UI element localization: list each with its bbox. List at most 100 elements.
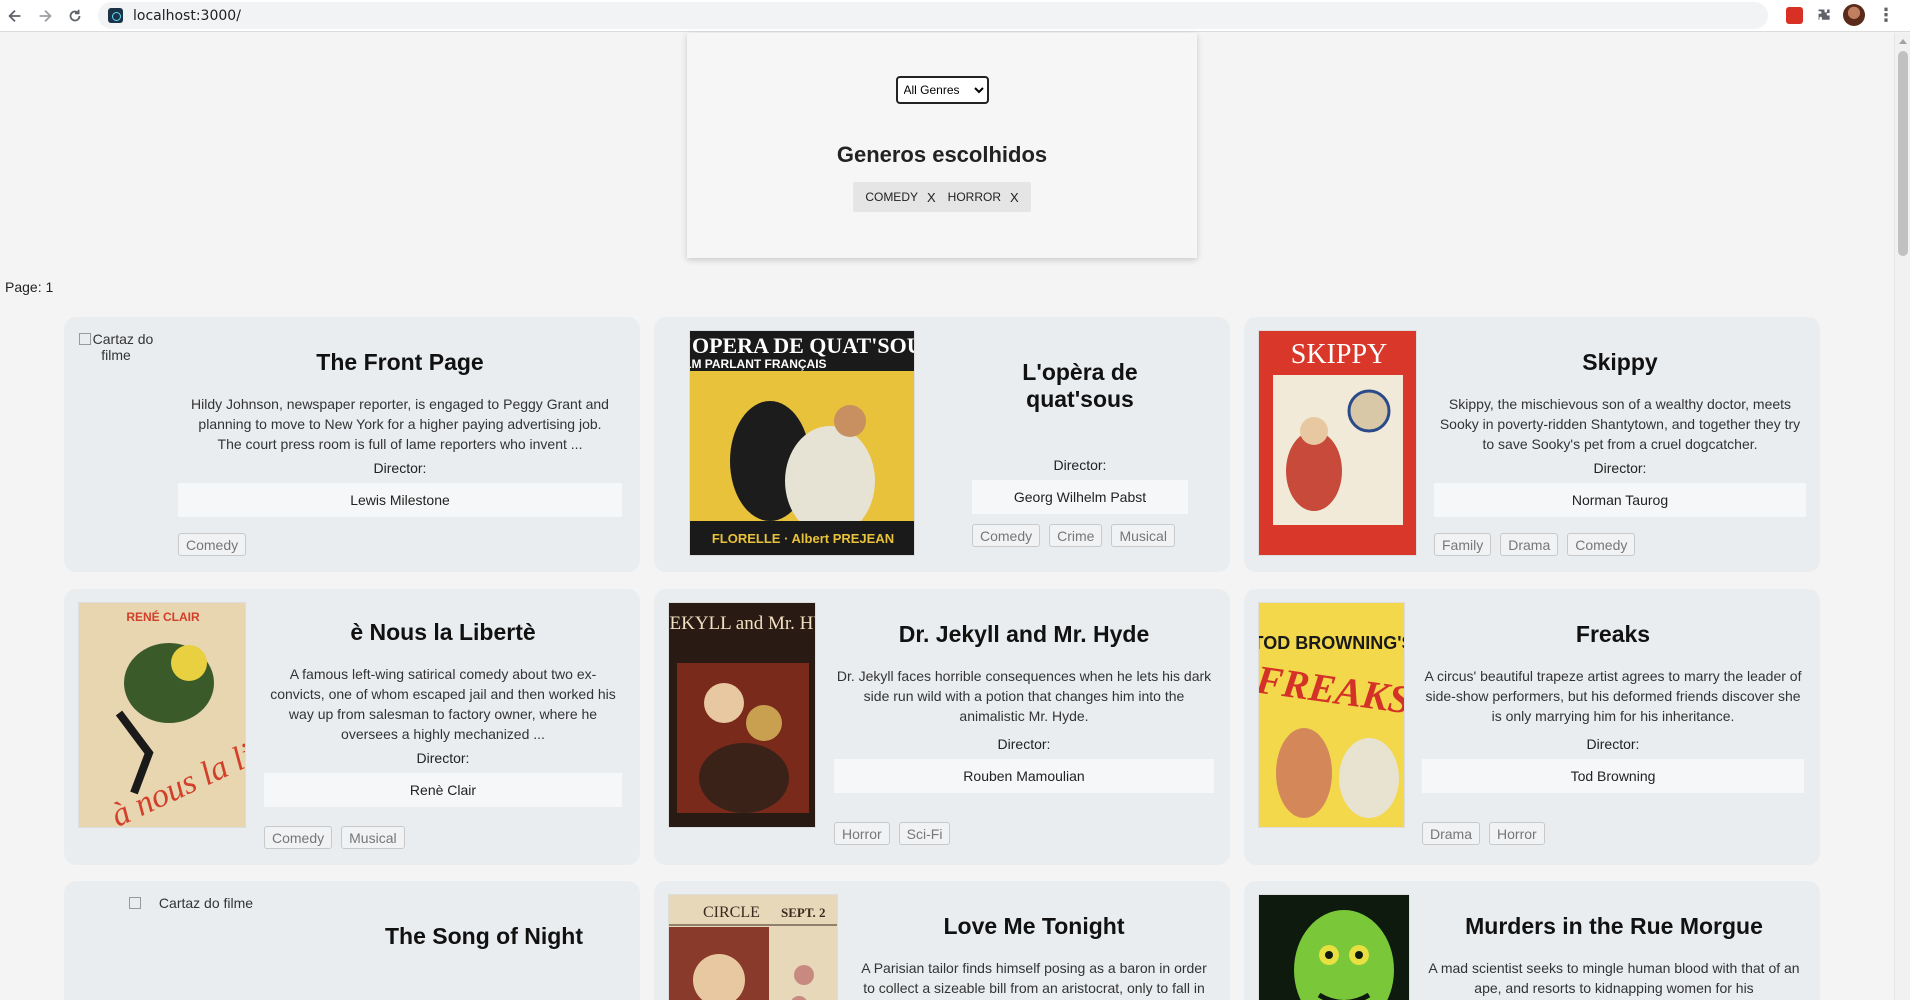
director-label: Director: xyxy=(373,460,427,476)
genre-tags: Horror Sci-Fi xyxy=(834,822,951,845)
back-icon[interactable] xyxy=(0,1,30,31)
genre-tag: Musical xyxy=(341,826,405,849)
director-name: Lewis Milestone xyxy=(178,483,622,517)
movie-title: L'opèra de quat'sous xyxy=(1022,359,1138,412)
genre-chip: HORROR X xyxy=(942,190,1025,205)
forward-icon[interactable] xyxy=(30,1,60,31)
movie-info: L'opèra de quat'sous Director: Georg Wil… xyxy=(972,359,1188,514)
movie-card[interactable]: Cartaz do filme The Song of Night xyxy=(64,881,640,1000)
kebab-menu-icon[interactable]: ⋮ xyxy=(1875,4,1897,26)
remove-genre-button[interactable]: X xyxy=(927,190,936,205)
broken-image-icon xyxy=(78,333,91,345)
director-label: Director: xyxy=(1593,460,1647,476)
movie-title: Love Me Tonight xyxy=(943,913,1125,939)
movie-title: Skippy xyxy=(1582,349,1658,375)
movie-card[interactable]: Dr. JEKYLL and Mr. HYDE Dr. Jekyll and M… xyxy=(654,589,1230,865)
browser-toolbar: localhost:3000/ ⋮ xyxy=(0,0,1910,32)
director-label: Director: xyxy=(1586,736,1640,752)
director-label: Director: xyxy=(416,750,470,766)
poster-date-text: SEPT. 2 xyxy=(781,905,826,920)
movie-poster xyxy=(1258,894,1410,1000)
movie-description: A circus' beautiful trapeze artist agree… xyxy=(1424,668,1802,724)
movie-poster: L'OPERA DE QUAT'SOUS FILM PARLANT FRANÇA… xyxy=(689,330,915,556)
movie-poster: CIRCLE SEPT. 2 xyxy=(668,894,838,1000)
genre-chip-label: COMEDY xyxy=(865,190,918,204)
broken-image-icon xyxy=(128,897,141,909)
movie-info: Love Me Tonight A Parisian tailor finds … xyxy=(854,913,1214,998)
poster-title-text: TOD BROWNING'S xyxy=(1259,633,1405,653)
poster-title-text: SKIPPY xyxy=(1291,339,1387,370)
poster-title-text: L'OPERA DE QUAT'SOUS xyxy=(690,333,915,358)
genre-tag: Comedy xyxy=(1567,533,1636,556)
page-scrollbar[interactable] xyxy=(1894,33,1910,1000)
genre-tags: Drama Horror xyxy=(1422,822,1545,845)
extension-icon[interactable] xyxy=(1783,4,1805,26)
movie-info: Freaks A circus' beautiful trapeze artis… xyxy=(1422,621,1804,793)
movie-title: The Song of Night xyxy=(384,923,583,949)
movie-title: Murders in the Rue Morgue xyxy=(1465,913,1763,939)
movie-title: è Nous la Libertè xyxy=(350,619,536,645)
movie-poster: Dr. JEKYLL and Mr. HYDE xyxy=(668,602,816,828)
movie-card[interactable]: RENÉ CLAIR à nous la liberté! è Nous la … xyxy=(64,589,640,865)
director-label: Director: xyxy=(997,736,1051,752)
genre-tag: Sci-Fi xyxy=(898,822,951,845)
director-name: Renè Clair xyxy=(264,773,622,807)
movie-title: The Front Page xyxy=(316,349,484,375)
scroll-thumb[interactable] xyxy=(1898,51,1908,256)
poster-alt-text: Cartaz do filme xyxy=(92,331,154,363)
movie-card[interactable]: TOD BROWNING'S FREAKS Freaks A circus' b… xyxy=(1244,589,1820,865)
movie-card[interactable]: Murders in the Rue Morgue A mad scientis… xyxy=(1244,881,1820,1000)
genre-tag: Comedy xyxy=(178,533,247,556)
site-favicon-icon xyxy=(108,8,123,23)
director-name: Rouben Mamoulian xyxy=(834,759,1214,793)
remove-genre-button[interactable]: X xyxy=(1010,190,1019,205)
movie-card[interactable]: L'OPERA DE QUAT'SOUS FILM PARLANT FRANÇA… xyxy=(654,317,1230,572)
movie-title: Dr. Jekyll and Mr. Hyde xyxy=(898,621,1150,647)
reload-icon[interactable] xyxy=(60,1,90,31)
director-name: Georg Wilhelm Pabst xyxy=(972,480,1188,514)
address-bar[interactable]: localhost:3000/ xyxy=(98,2,1768,29)
movie-poster: SKIPPY xyxy=(1258,330,1417,556)
chosen-genres-title: Generos escolhidos xyxy=(836,142,1048,167)
poster-image-broken: Cartaz do filme xyxy=(106,895,276,911)
movie-info: The Song of Night xyxy=(384,923,584,950)
movie-description: Hildy Johnson, newspaper reporter, is en… xyxy=(191,396,609,452)
poster-title-text: Dr. JEKYLL and Mr. HYDE xyxy=(669,613,816,634)
genre-tag: Comedy xyxy=(972,524,1041,547)
movie-info: Dr. Jekyll and Mr. Hyde Dr. Jekyll faces… xyxy=(834,621,1214,793)
puzzle-icon[interactable] xyxy=(1813,4,1835,26)
genre-select[interactable]: All Genres xyxy=(895,76,989,104)
poster-cast-text: FLORELLE · Albert PREJEAN xyxy=(712,531,894,546)
movie-card[interactable]: SKIPPY Skippy Skippy, the mischievous so… xyxy=(1244,317,1820,572)
poster-title-text: RENÉ CLAIR xyxy=(126,609,200,624)
movie-card[interactable]: Cartaz do filme The Front Page Hildy Joh… xyxy=(64,317,640,572)
genre-tag: Crime xyxy=(1049,524,1103,547)
genre-tags: Comedy Musical xyxy=(264,826,405,849)
genre-tags: Comedy Crime Musical xyxy=(972,524,1175,547)
poster-title-text: CIRCLE xyxy=(703,904,760,921)
genre-tags: Family Drama Comedy xyxy=(1434,533,1636,556)
movie-info: Skippy Skippy, the mischievous son of a … xyxy=(1434,349,1806,517)
genre-tag: Family xyxy=(1434,533,1492,556)
movie-info: è Nous la Libertè A famous left-wing sat… xyxy=(264,619,622,807)
genre-tags: Comedy xyxy=(178,533,247,556)
movie-card[interactable]: CIRCLE SEPT. 2 Love Me Tonight A Parisia… xyxy=(654,881,1230,1000)
genre-tag: Musical xyxy=(1111,524,1175,547)
movie-description: A mad scientist seeks to mingle human bl… xyxy=(1428,960,1800,996)
movie-poster: RENÉ CLAIR à nous la liberté! xyxy=(78,602,246,828)
movie-poster: TOD BROWNING'S FREAKS xyxy=(1258,602,1405,828)
movie-title: Freaks xyxy=(1575,621,1651,647)
genre-tag: Horror xyxy=(834,822,890,845)
url-text: localhost:3000/ xyxy=(133,7,241,24)
genre-tag: Drama xyxy=(1500,533,1559,556)
poster-alt-text: Cartaz do filme xyxy=(158,895,254,911)
scroll-up-icon[interactable] xyxy=(1899,39,1907,44)
page-indicator: Page: 1 xyxy=(5,279,54,295)
genre-filter-panel: All Genres Generos escolhidos COMEDY X H… xyxy=(687,33,1197,258)
movie-description: Dr. Jekyll faces horrible consequences w… xyxy=(836,668,1212,724)
movie-description: A Parisian tailor finds himself posing a… xyxy=(861,960,1207,996)
movie-description: Skippy, the mischievous son of a wealthy… xyxy=(1439,396,1801,452)
genre-chip: COMEDY X xyxy=(859,190,941,205)
genre-tag: Drama xyxy=(1422,822,1481,845)
profile-avatar[interactable] xyxy=(1843,4,1865,26)
